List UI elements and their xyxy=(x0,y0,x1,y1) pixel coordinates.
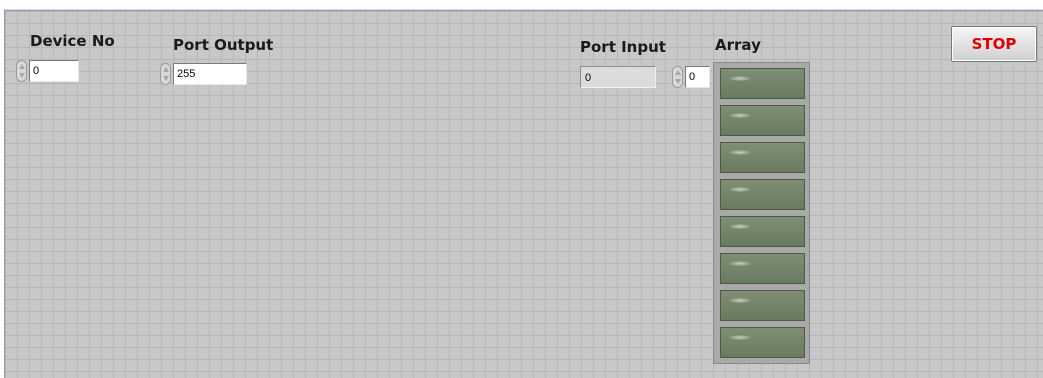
led-highlight xyxy=(729,224,751,229)
decrement-arrow-icon[interactable] xyxy=(19,73,25,78)
array-label: Array xyxy=(715,36,761,54)
increment-arrow-icon[interactable] xyxy=(163,67,169,72)
led-highlight xyxy=(729,76,751,81)
led-highlight xyxy=(729,150,751,155)
device-no-spinner[interactable] xyxy=(16,60,27,82)
decrement-arrow-icon[interactable] xyxy=(675,79,681,84)
array-index-spinner[interactable] xyxy=(672,66,683,88)
device-no-control[interactable]: 0 xyxy=(16,60,80,82)
decrement-arrow-icon[interactable] xyxy=(163,76,169,81)
array-led[interactable] xyxy=(720,327,805,358)
port-output-spinner[interactable] xyxy=(160,63,171,85)
array-led[interactable] xyxy=(720,142,805,173)
array-led[interactable] xyxy=(720,290,805,321)
array-led[interactable] xyxy=(720,68,805,99)
led-highlight xyxy=(729,187,751,192)
array-led[interactable] xyxy=(720,179,805,210)
array-led[interactable] xyxy=(720,105,805,136)
array-index-control[interactable]: 0 xyxy=(672,66,712,88)
device-no-input[interactable]: 0 xyxy=(29,60,79,82)
array-led[interactable] xyxy=(720,216,805,247)
boolean-array xyxy=(713,62,810,364)
led-highlight xyxy=(729,298,751,303)
increment-arrow-icon[interactable] xyxy=(19,64,25,69)
led-highlight xyxy=(729,261,751,266)
device-no-label: Device No xyxy=(30,32,115,50)
led-highlight xyxy=(729,335,751,340)
stop-button[interactable]: STOP xyxy=(951,26,1037,62)
increment-arrow-icon[interactable] xyxy=(675,70,681,75)
port-input-label: Port Input xyxy=(580,38,666,56)
port-output-label: Port Output xyxy=(173,36,274,54)
array-led[interactable] xyxy=(720,253,805,284)
led-highlight xyxy=(729,113,751,118)
port-output-control[interactable]: 255 xyxy=(160,63,248,85)
port-input-indicator: 0 xyxy=(580,66,656,88)
array-index-input[interactable]: 0 xyxy=(685,66,710,88)
port-output-input[interactable]: 255 xyxy=(173,63,247,85)
